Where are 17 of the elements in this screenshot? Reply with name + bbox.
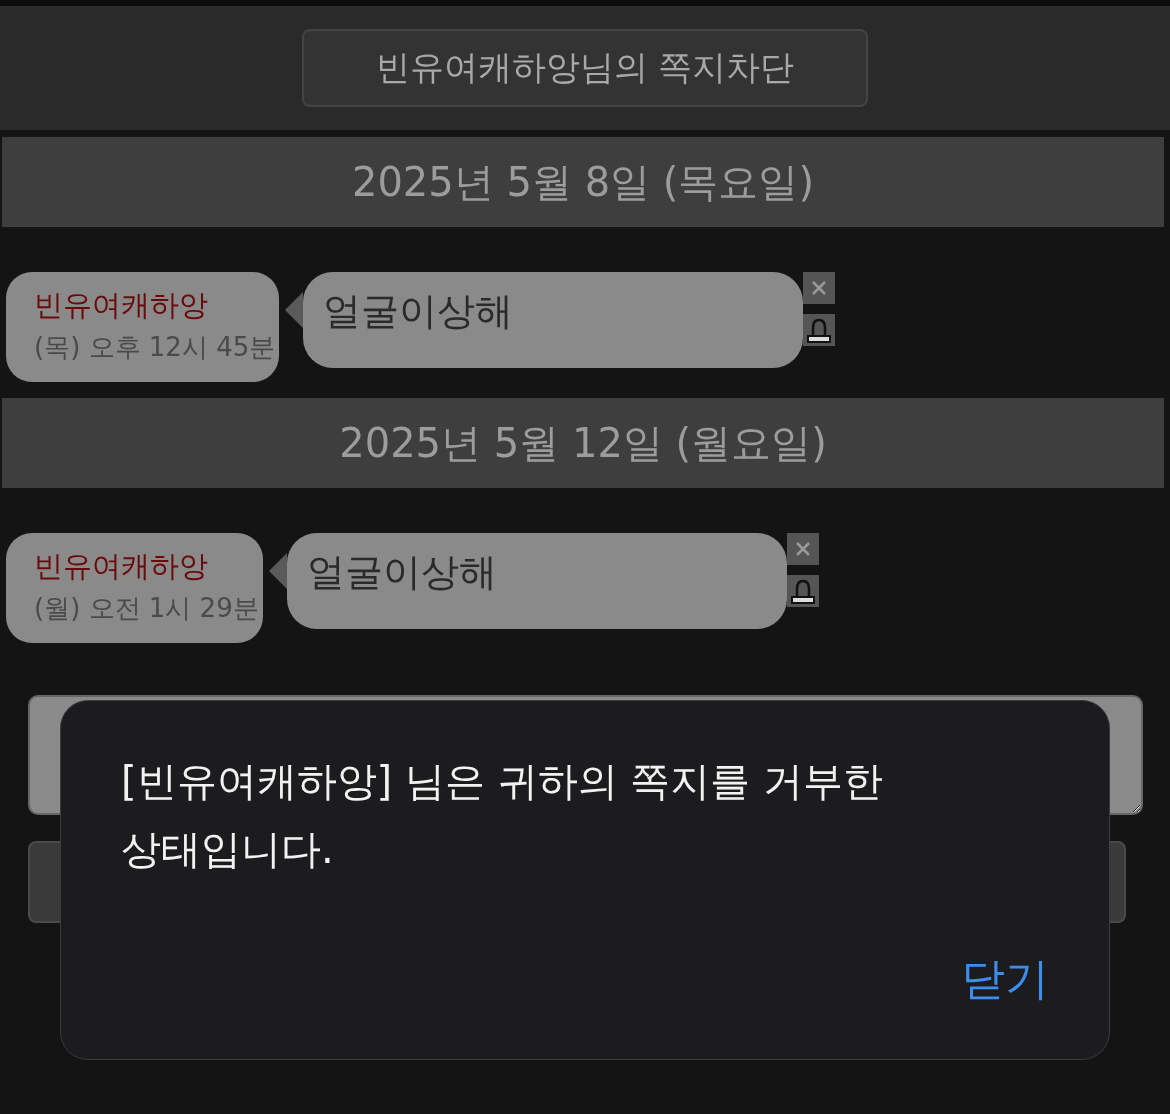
date-header: 2025년 5월 12일 (월요일) [2,398,1164,488]
message-time: (월) 오전 1시 29분 [34,592,259,625]
bell-icon[interactable] [786,575,819,607]
bubble-pointer [268,553,287,589]
date-header: 2025년 5월 8일 (목요일) [2,137,1164,227]
sender-name: 빈유여캐하앙 [34,287,209,324]
delete-icon[interactable] [786,533,819,565]
message-bubble: 얼굴이상해 [286,533,787,629]
bell-icon[interactable] [803,314,836,346]
message-time: (목) 오후 12시 45분 [34,331,276,364]
message-bubble: 얼굴이상해 [303,272,804,368]
sender-name: 빈유여캐하앙 [34,548,209,585]
bubble-pointer [285,292,304,328]
delete-icon[interactable] [803,272,836,304]
alert-message: [빈유여캐하앙] 님은 귀하의 쪽지를 거부한 상태입니다. [121,757,885,874]
block-messages-button[interactable]: 빈유여캐하앙님의 쪽지차단 [302,29,868,107]
close-button[interactable]: 닫기 [961,950,1049,1009]
